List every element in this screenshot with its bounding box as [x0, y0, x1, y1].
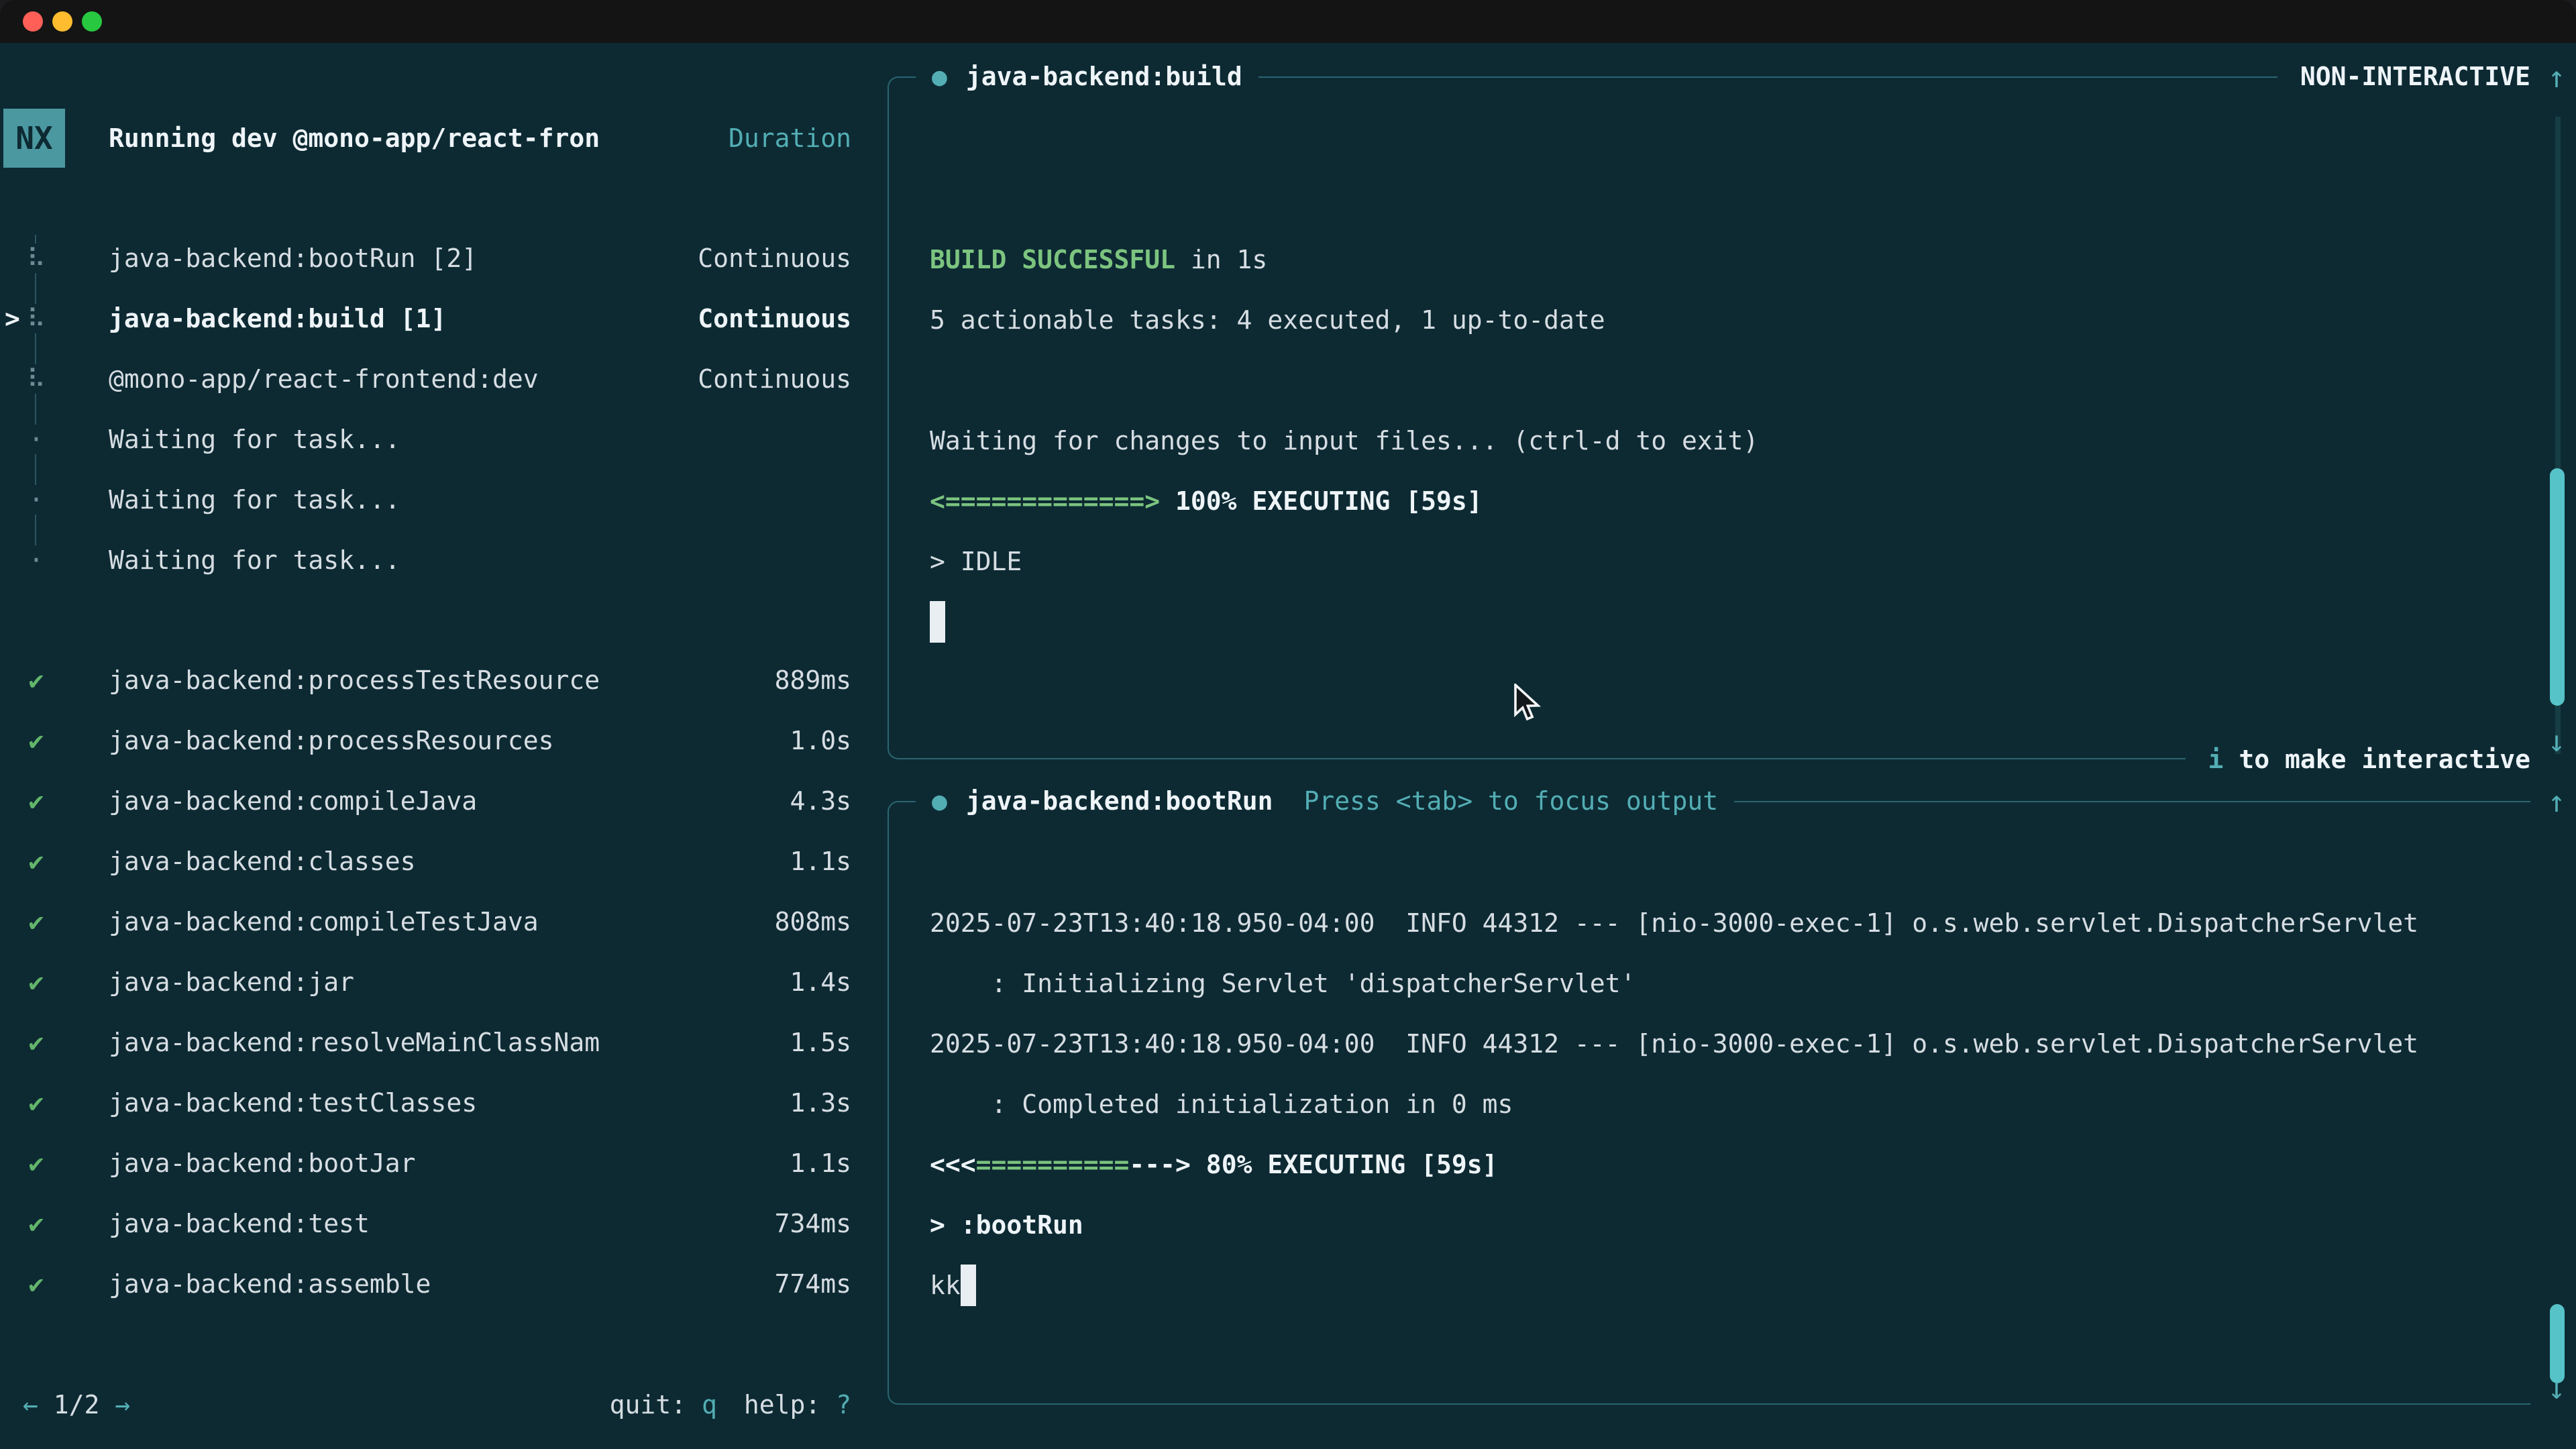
task-row[interactable]: ✔ java-backend:classes 1.1s — [0, 831, 851, 892]
task-row[interactable]: ✔ java-backend:test 734ms — [0, 1193, 851, 1254]
focus-output-hint: Press <tab> to focus output — [1303, 786, 1718, 816]
task-row-selected[interactable]: > ⠧ java-backend:build [1] Continuous — [0, 288, 851, 349]
queued-dot-icon: · — [23, 425, 50, 454]
help-hint: help: ? — [744, 1390, 851, 1419]
pager: ← 1/2 → — [23, 1390, 130, 1419]
log-line: : Completed initialization in 0 ms — [930, 1074, 2517, 1134]
task-status-dot-icon: ● — [932, 786, 947, 816]
gradle-progress-line: <=============> 100% EXECUTING [59s] — [930, 471, 2517, 531]
check-icon: ✔ — [23, 967, 50, 997]
page-prev-icon[interactable]: ← — [23, 1390, 38, 1419]
log-line-blank — [930, 350, 2517, 411]
build-pane-title: ●java-backend:build — [916, 46, 1258, 107]
check-icon: ✔ — [23, 1209, 50, 1238]
log-line — [930, 592, 2517, 652]
queued-dot-icon: · — [23, 485, 50, 515]
run-command-title: Running dev @mono-app/react-fron — [109, 123, 600, 153]
spinner-icon: ⠧ — [23, 304, 50, 333]
minimize-button[interactable] — [52, 11, 72, 32]
task-row[interactable]: · Waiting for task... — [0, 409, 851, 470]
scroll-up-icon[interactable]: ↑ — [2540, 771, 2573, 832]
bootrun-pane-title: ●java-backend:bootRunPress <tab> to focu… — [916, 771, 1734, 831]
task-row[interactable]: ✔ java-backend:processResources 1.0s — [0, 710, 851, 771]
terminal-screen: NX Running dev @mono-app/react-fron Dura… — [0, 43, 2576, 1449]
make-interactive-hint: i to make interactive — [2186, 729, 2530, 790]
build-output: BUILD SUCCESSFUL in 1s 5 actionable task… — [930, 229, 2517, 652]
mouse-cursor — [1513, 684, 1548, 730]
running-task-list: ⠧ java-backend:bootRun [2] Continuous > … — [0, 228, 851, 590]
task-row[interactable]: ✔ java-backend:compileTestJava 808ms — [0, 892, 851, 952]
check-icon: ✔ — [23, 1028, 50, 1057]
nx-logo: NX — [3, 109, 65, 168]
text-cursor — [930, 601, 945, 643]
close-button[interactable] — [23, 11, 43, 32]
text-cursor — [961, 1265, 976, 1306]
bootrun-output: 2025-07-23T13:40:18.950-04:00 INFO 44312… — [930, 893, 2517, 1316]
task-row[interactable]: · Waiting for task... — [0, 530, 851, 590]
page-next-icon[interactable]: → — [115, 1390, 130, 1419]
input-line[interactable]: kk — [930, 1255, 2517, 1316]
task-row[interactable]: ✔ java-backend:testClasses 1.3s — [0, 1073, 851, 1133]
selection-arrow-icon: > — [5, 304, 20, 333]
task-list-panel: NX Running dev @mono-app/react-fron Dura… — [0, 43, 892, 1449]
task-status-dot-icon: ● — [932, 62, 947, 91]
log-line: > IDLE — [930, 531, 2517, 592]
check-icon: ✔ — [23, 907, 50, 936]
scroll-down-icon[interactable]: ↓ — [2540, 1358, 2573, 1419]
check-icon: ✔ — [23, 1269, 50, 1299]
check-icon: ✔ — [23, 1148, 50, 1178]
scrollbar-thumb[interactable] — [2550, 468, 2565, 706]
gradle-progress-line: <<<==========---> 80% EXECUTING [59s] — [930, 1134, 2517, 1195]
spinner-icon: ⠧ — [23, 364, 50, 394]
task-row[interactable]: · Waiting for task... — [0, 470, 851, 530]
check-icon: ✔ — [23, 786, 50, 816]
zoom-button[interactable] — [82, 11, 102, 32]
check-icon: ✔ — [23, 726, 50, 755]
task-row[interactable]: ✔ java-backend:assemble 774ms — [0, 1254, 851, 1314]
duration-column-header: Duration — [729, 123, 851, 153]
terminal-window: NX Running dev @mono-app/react-fron Dura… — [0, 0, 2576, 1449]
quit-hint: quit: q — [610, 1390, 717, 1419]
log-line: 2025-07-23T13:40:18.950-04:00 INFO 44312… — [930, 1014, 2517, 1074]
spinner-icon: ⠧ — [23, 244, 50, 273]
scroll-down-icon[interactable]: ↓ — [2540, 711, 2573, 771]
key-hints: quit: q help: ? — [610, 1390, 851, 1419]
log-line: Waiting for changes to input files... (c… — [930, 411, 2517, 471]
log-line: : Initializing Servlet 'dispatcherServle… — [930, 953, 2517, 1014]
completed-task-list: ✔ java-backend:processTestResource 889ms… — [0, 650, 851, 1314]
titlebar — [0, 0, 2576, 43]
log-line: 2025-07-23T13:40:18.950-04:00 INFO 44312… — [930, 893, 2517, 953]
task-row[interactable]: ✔ java-backend:processTestResource 889ms — [0, 650, 851, 710]
check-icon: ✔ — [23, 1088, 50, 1118]
task-row[interactable]: ✔ java-backend:jar 1.4s — [0, 952, 851, 1012]
task-row[interactable]: ✔ java-backend:resolveMainClassNam 1.5s — [0, 1012, 851, 1073]
check-icon: ✔ — [23, 847, 50, 876]
log-line: 5 actionable tasks: 4 executed, 1 up-to-… — [930, 290, 2517, 350]
task-row[interactable]: ✔ java-backend:bootJar 1.1s — [0, 1133, 851, 1193]
build-output-pane[interactable]: ●java-backend:build NON-INTERACTIVE i to… — [888, 76, 2530, 759]
task-group-connector-line — [35, 235, 36, 574]
bootrun-output-pane[interactable]: ●java-backend:bootRunPress <tab> to focu… — [888, 801, 2530, 1405]
non-interactive-badge: NON-INTERACTIVE — [2277, 46, 2530, 107]
log-line: > :bootRun — [930, 1195, 2517, 1255]
log-line: BUILD SUCCESSFUL in 1s — [930, 229, 2517, 290]
queued-dot-icon: · — [23, 545, 50, 575]
page-indicator: 1/2 — [54, 1390, 100, 1419]
task-row[interactable]: ⠧ java-backend:bootRun [2] Continuous — [0, 228, 851, 288]
task-row[interactable]: ✔ java-backend:compileJava 4.3s — [0, 771, 851, 831]
scroll-up-icon[interactable]: ↑ — [2540, 47, 2573, 107]
task-list-footer: ← 1/2 → quit: q help: ? — [0, 1375, 851, 1435]
task-list-header: Running dev @mono-app/react-fron Duratio… — [109, 108, 851, 168]
task-row[interactable]: ⠧ @mono-app/react-frontend:dev Continuou… — [0, 349, 851, 409]
check-icon: ✔ — [23, 665, 50, 695]
